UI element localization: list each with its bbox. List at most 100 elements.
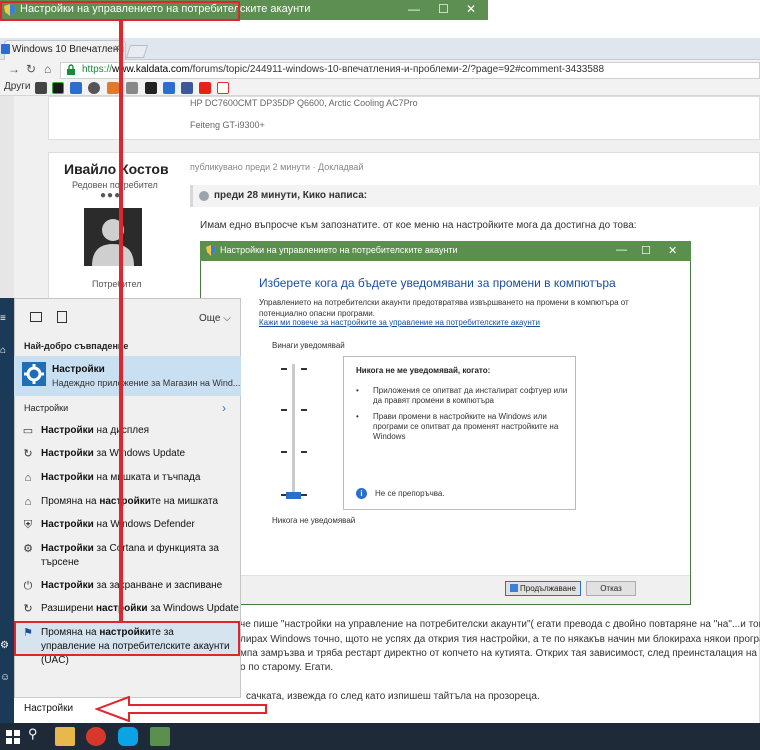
uac-never-label: Никога не уведомявай (272, 516, 356, 525)
hamburger-icon[interactable]: ≡ (0, 313, 6, 324)
uac-cancel-button: Отказ (586, 581, 636, 596)
more-label: Още (199, 313, 221, 324)
quote-header: преди 28 минути, Кико написа: (214, 190, 368, 201)
annotation-connector (119, 20, 123, 621)
start-button[interactable] (4, 727, 24, 746)
home-icon[interactable]: ⌂ (44, 62, 51, 76)
info-icon: i (356, 488, 367, 499)
author-rank-dots: ●●● (100, 190, 122, 201)
bookmark-icon[interactable] (70, 82, 82, 94)
lock-icon (67, 64, 75, 75)
settings-app-icon (22, 362, 46, 386)
monitor-icon: ▭ (22, 425, 34, 437)
bookmark-icon[interactable] (52, 82, 64, 94)
best-match-subtitle: Надеждно приложение за Магазин на Wind..… (52, 378, 241, 388)
file-explorer-icon[interactable] (55, 727, 75, 746)
uac-dialog-title: Настройки на управлението на потребителс… (220, 245, 458, 255)
more-filters-button[interactable]: Още ⌵ (199, 313, 231, 324)
shield-icon: ⛨ (23, 519, 33, 531)
bullet: • (356, 386, 359, 395)
close-icon[interactable]: ✕ (466, 2, 476, 16)
forward-icon[interactable]: → (8, 62, 20, 76)
minimize-icon: — (616, 244, 627, 256)
avatar[interactable] (84, 208, 142, 266)
feedback-icon[interactable]: ☺ (0, 672, 10, 683)
uac-shield-icon (206, 245, 216, 256)
result-bold: Настройки (41, 425, 94, 436)
post-text: лирах Windows точно, щото не успях да от… (240, 634, 760, 645)
url-scheme: https:// (82, 64, 113, 75)
refresh-icon: ↻ (23, 603, 33, 615)
gear-icon[interactable]: ⚙ (0, 640, 9, 651)
apps-filter-icon[interactable] (30, 312, 42, 322)
result-bold: настройки (99, 496, 151, 507)
quote-collapse-icon[interactable] (199, 191, 209, 201)
documents-filter-icon[interactable] (57, 311, 67, 323)
uac-info-title: Никога не ме уведомявай, когато: (356, 366, 491, 375)
slider-tick (301, 409, 307, 411)
skype-icon[interactable] (118, 727, 138, 746)
search-result-advanced-update[interactable]: Разширени настройки за Windows Update (41, 603, 239, 614)
bullet: • (356, 412, 359, 421)
post-text: Имам едно въпросче към запознатите. от к… (200, 220, 637, 231)
search-result-windows-update[interactable]: Настройки за Windows Update (41, 448, 185, 459)
bookmark-icon[interactable] (126, 82, 138, 94)
gmail-icon[interactable] (217, 82, 229, 94)
uac-always-label: Винаги уведомявай (272, 341, 345, 350)
reload-icon[interactable]: ↻ (26, 62, 36, 76)
bookmark-icon[interactable] (163, 82, 175, 94)
result-rest: те на мишката (150, 496, 219, 507)
result-rest: на Windows Defender (93, 519, 195, 530)
search-result-change-mouse[interactable]: Промяна на настройките на мишката (41, 496, 218, 507)
search-result-defender[interactable]: Настройки на Windows Defender (41, 519, 195, 530)
bookmark-icon[interactable] (88, 82, 100, 94)
search-icon[interactable]: ⚲ (28, 726, 38, 742)
search-result-display-settings[interactable]: Настройки на дисплея (41, 425, 149, 436)
signature-line: Feiteng GT-i9300+ (190, 120, 265, 130)
shield-icon (510, 584, 519, 592)
home-icon[interactable]: ⌂ (0, 345, 6, 356)
result-bold: Настройки (41, 472, 94, 483)
bookmarks-folder[interactable]: Други (4, 81, 30, 92)
result-bold: Настройки (41, 580, 94, 591)
uac-bullet-text: Приложения се опитват да инсталират софт… (373, 386, 568, 405)
start-rail (0, 298, 14, 723)
taskbar (0, 723, 760, 750)
uac-warning: Не се препоръчва. (375, 489, 445, 498)
result-bold: Настройки (41, 543, 94, 554)
bookmark-puzzle-icon[interactable] (35, 82, 47, 94)
result-rest: за захранване и заспиване (93, 580, 223, 591)
author-name[interactable]: Ивайло Костов (64, 161, 169, 177)
url-domain: www.kaldata.com (112, 64, 190, 75)
slider-tick (281, 368, 287, 370)
result-rest: за Windows Update (93, 448, 186, 459)
best-match-header: Най-добро съвпадение (24, 341, 129, 351)
uac-slider-thumb (286, 492, 301, 499)
slider-tick (281, 409, 287, 411)
maximize-icon[interactable]: ☐ (438, 2, 449, 16)
chrome-icon[interactable] (86, 727, 106, 746)
gear-icon: ⚙ (23, 543, 33, 555)
site-favicon-icon (1, 44, 10, 54)
slider-tick (301, 368, 307, 370)
post-text: мпа замръзва и тряба рестарт директно от… (240, 648, 760, 659)
uac-heading: Изберете кога да бъдете уведомявани за п… (259, 276, 616, 290)
result-pre: Разширени (41, 603, 96, 614)
bookmark-icon[interactable] (145, 82, 157, 94)
user-silhouette-icon (92, 219, 134, 266)
minimize-icon[interactable]: — (408, 2, 420, 16)
search-input-text[interactable]: Настройки (24, 703, 73, 714)
gear-icon (24, 364, 44, 384)
uac-description: Управлението на потребителски акаунти пр… (259, 298, 629, 318)
facebook-icon[interactable] (181, 82, 193, 94)
uac-bullet-text: Прави промени в настройките на Windows и… (373, 412, 559, 441)
search-result-power-sleep[interactable]: Настройки за захранване и заспиване (41, 580, 222, 591)
youtube-icon[interactable] (199, 82, 211, 94)
best-match-result[interactable] (14, 356, 241, 396)
search-result-cortana[interactable]: Настройки за Cortana и функцията за търс… (41, 542, 231, 570)
result-bold: Настройки (41, 448, 94, 459)
network-app-icon[interactable] (150, 727, 170, 746)
chevron-right-icon[interactable]: › (222, 401, 226, 415)
bookmark-icon[interactable] (107, 82, 119, 94)
refresh-icon: ↻ (23, 448, 33, 460)
